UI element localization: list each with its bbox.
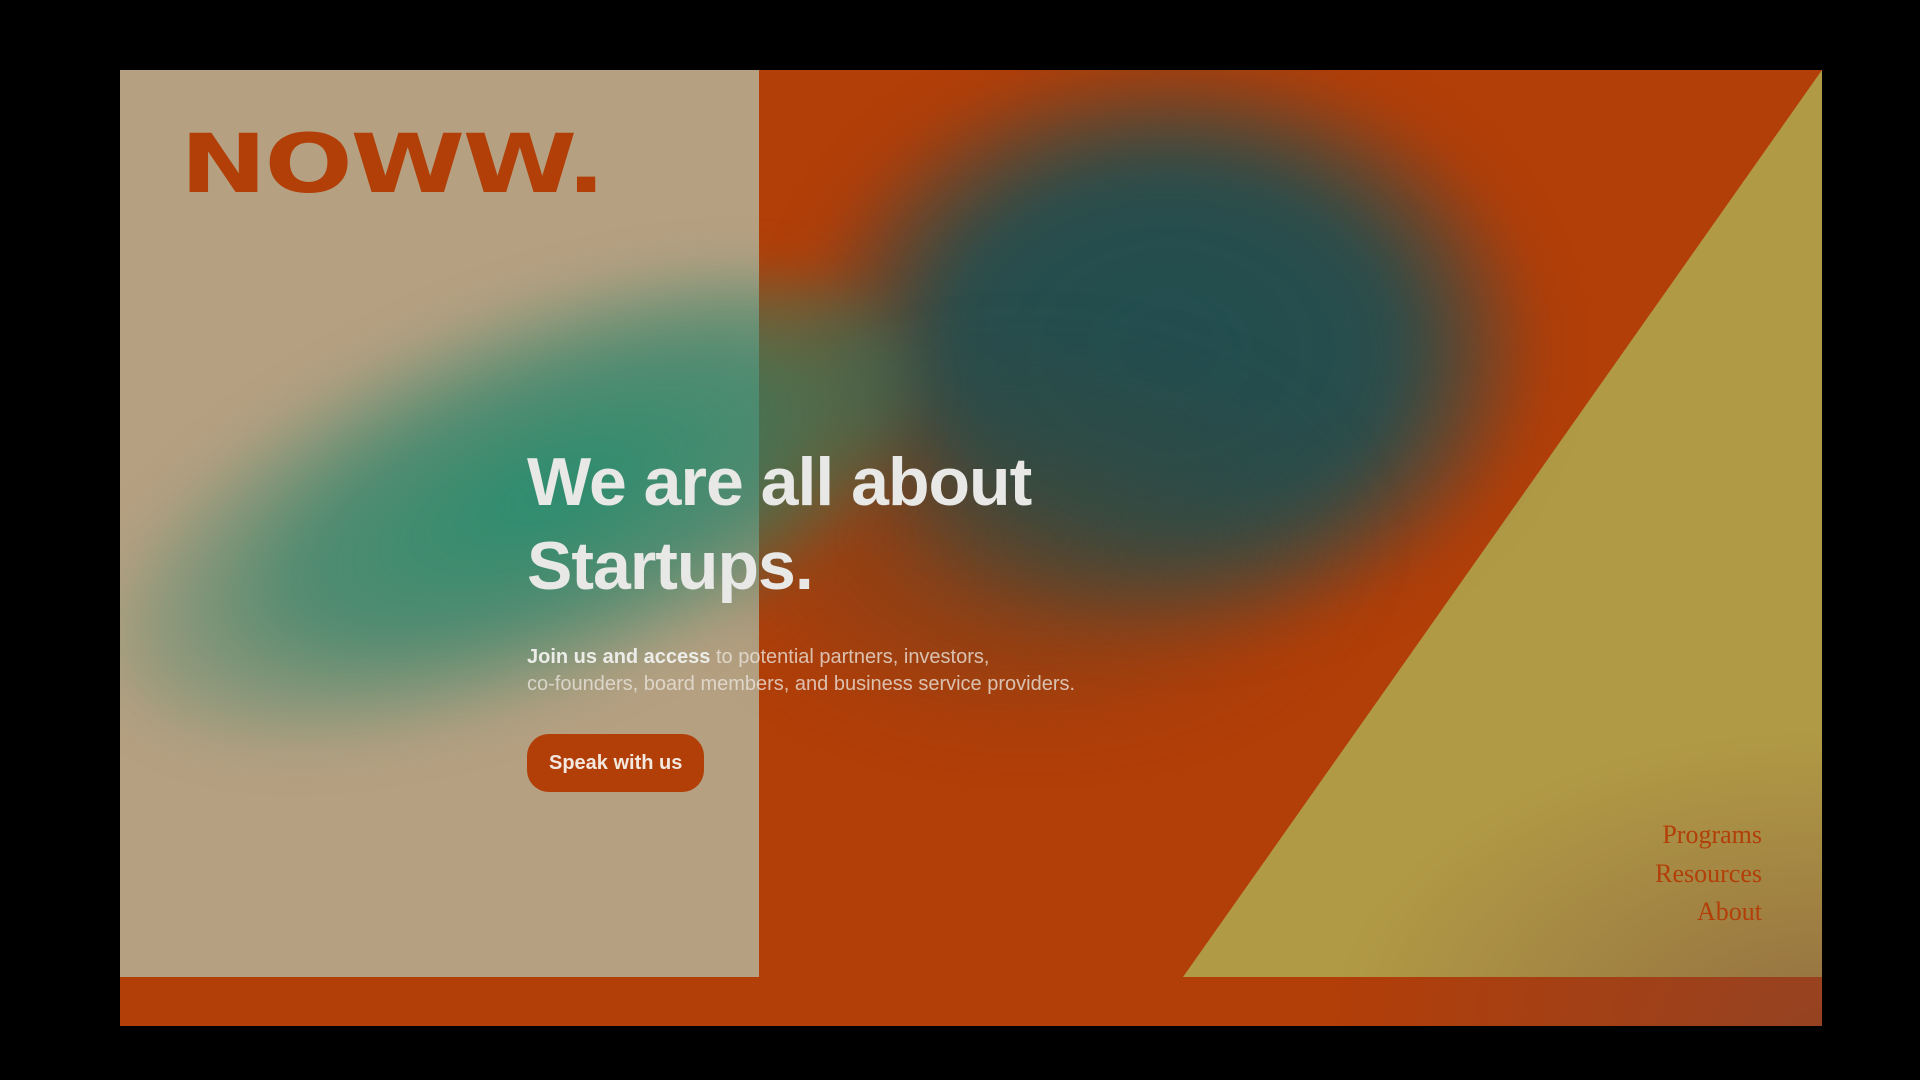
hero-frame: NOWW. We are all about Startups. Join us… xyxy=(120,70,1822,1026)
hero-headline: We are all about Startups. xyxy=(527,440,1247,608)
subtext-line-1-rest: to potential partners, investors, xyxy=(710,646,990,668)
nav-item-about[interactable]: About xyxy=(1655,893,1762,932)
hero-subtext: Join us and access to potential partners… xyxy=(527,644,1247,698)
nav-item-resources[interactable]: Resources xyxy=(1655,855,1762,894)
hero-content: We are all about Startups. Join us and a… xyxy=(527,440,1247,792)
brand-logo[interactable]: NOWW. xyxy=(180,124,606,205)
headline-line-1: We are all about xyxy=(527,444,1032,520)
nav-item-programs[interactable]: Programs xyxy=(1655,816,1762,855)
subtext-emphasis: Join us and access xyxy=(527,646,711,668)
subtext-line-2: co-founders, board members, and business… xyxy=(527,673,1076,695)
headline-line-2: Startups. xyxy=(527,528,814,604)
speak-with-us-button[interactable]: Speak with us xyxy=(527,734,705,792)
side-nav: Programs Resources About xyxy=(1655,816,1762,932)
